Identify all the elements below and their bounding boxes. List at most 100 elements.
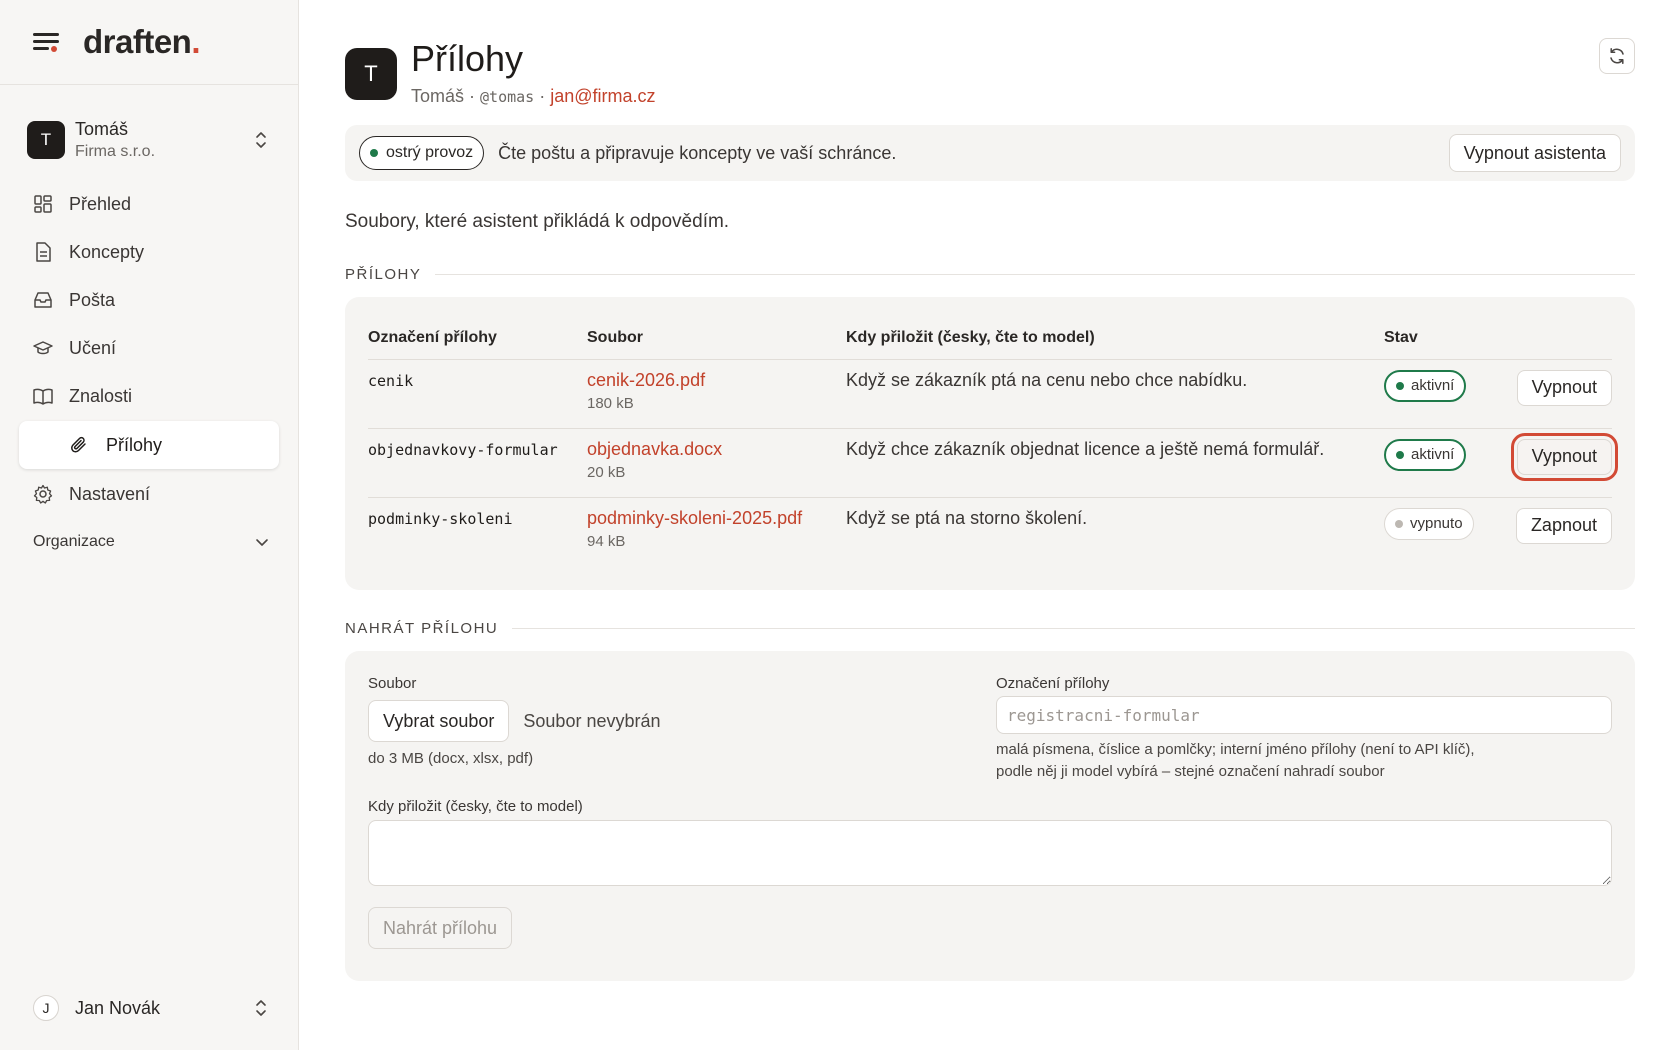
graduation-cap-icon xyxy=(33,338,53,358)
column-header: Označení přílohy xyxy=(368,317,587,360)
key-field-label: Označení přílohy xyxy=(996,675,1110,692)
attachments-section-heading: PŘÍLOHY xyxy=(345,266,1635,283)
column-header: Kdy přiložit (česky, čte to model) xyxy=(846,317,1384,360)
attachment-key: objednavkovy-formular xyxy=(368,440,558,459)
sidebar-item-label: Učení xyxy=(69,337,117,358)
no-file-text: Soubor nevybrán xyxy=(523,710,661,731)
sidebar: draften. T Tomáš Firma s.r.o. Přehled Ko… xyxy=(0,0,299,1050)
page-avatar: T xyxy=(345,48,397,100)
sidebar-item-uceni[interactable]: Učení xyxy=(19,324,279,372)
sidebar-item-label: Přílohy xyxy=(106,434,163,455)
account-avatar: T xyxy=(27,121,65,159)
file-field-label: Soubor xyxy=(368,675,417,692)
account-company: Firma s.r.o. xyxy=(75,143,156,160)
attachment-when: Když se ptá na storno školení. xyxy=(846,507,1088,528)
sidebar-item-label: Znalosti xyxy=(69,385,133,406)
user-menu[interactable]: J Jan Novák xyxy=(33,993,269,1023)
menu-icon[interactable] xyxy=(33,31,59,53)
attachment-file-link[interactable]: cenik-2026.pdf xyxy=(587,370,846,391)
sidebar-item-nastaveni[interactable]: Nastavení xyxy=(19,470,279,518)
banner-text: Čte poštu a připravuje koncepty ve vaší … xyxy=(498,142,897,163)
sidebar-section-organizace[interactable]: Organizace xyxy=(33,530,269,554)
sidebar-nav: Přehled Koncepty Pošta Učení Znalosti Př… xyxy=(19,180,279,518)
refresh-button[interactable] xyxy=(1599,38,1635,74)
attachments-card: Označení přílohy Soubor Kdy přiložit (če… xyxy=(345,297,1635,590)
inbox-icon xyxy=(33,290,53,310)
chevron-down-icon xyxy=(256,539,268,546)
attachment-file-link[interactable]: objednavka.docx xyxy=(587,439,846,460)
upload-attachment-button[interactable]: Nahrát přílohu xyxy=(368,907,513,949)
table-row: objednavkovy-formular objednavka.docx 20 … xyxy=(368,428,1619,498)
sidebar-item-label: Pošta xyxy=(69,289,116,310)
when-textarea[interactable] xyxy=(368,820,1612,886)
refresh-icon xyxy=(1610,48,1624,64)
subtitle-separator: · xyxy=(534,86,551,106)
sidebar-item-label: Koncepty xyxy=(69,241,145,262)
column-header-actions xyxy=(1510,317,1612,360)
column-header: Soubor xyxy=(587,317,846,360)
status-badge: aktivní xyxy=(1384,369,1467,402)
upload-card: Soubor Vybrat soubor Soubor nevybrán do … xyxy=(345,651,1635,981)
attachment-key-input[interactable] xyxy=(996,696,1612,734)
book-icon xyxy=(33,386,53,406)
sidebar-item-koncepty[interactable]: Koncepty xyxy=(19,228,279,276)
status-badge-label: ostrý provoz xyxy=(386,144,474,161)
gear-icon xyxy=(33,484,53,504)
attachments-table: Označení přílohy Soubor Kdy přiložit (če… xyxy=(368,317,1619,566)
choose-file-button[interactable]: Vybrat soubor xyxy=(368,700,510,742)
table-row: podminky-skoleni podminky-skoleni-2025.p… xyxy=(368,497,1612,566)
user-avatar: J xyxy=(33,995,59,1021)
attachment-size: 94 kB xyxy=(587,532,626,550)
attachment-file-link[interactable]: podminky-skoleni-2025.pdf xyxy=(587,508,846,529)
account-switcher[interactable]: T Tomáš Firma s.r.o. xyxy=(27,115,277,165)
sidebar-item-posta[interactable]: Pošta xyxy=(19,276,279,324)
page-description: Soubory, které asistent přikládá k odpov… xyxy=(345,211,730,232)
page-subtitle: Tomáš · @tomas · jan@firma.cz xyxy=(411,86,656,107)
document-icon xyxy=(33,242,53,262)
sidebar-item-prilohy[interactable]: Přílohy xyxy=(19,421,279,469)
attachment-size: 180 kB xyxy=(587,394,634,412)
attachment-size: 20 kB xyxy=(587,463,626,481)
column-header: Stav xyxy=(1384,317,1510,360)
brand-logo[interactable]: draften. xyxy=(83,23,200,61)
key-hint: malá písmena, číslice a pomlčky; interní… xyxy=(996,741,1475,780)
attachment-when: Když se zákazník ptá na cenu nebo chce n… xyxy=(846,359,1384,429)
upload-section-heading: NAHRÁT PŘÍLOHU xyxy=(345,620,1635,637)
assistant-status-banner: ostrý provoz Čte poštu a připravuje konc… xyxy=(345,125,1635,181)
chevron-up-down-icon xyxy=(256,132,266,148)
sidebar-item-znalosti[interactable]: Znalosti xyxy=(19,372,279,420)
subtitle-name: Tomáš xyxy=(411,86,465,106)
user-name: Jan Novák xyxy=(75,997,161,1018)
disable-attachment-button[interactable]: Vypnout xyxy=(1510,432,1619,481)
paperclip-icon xyxy=(69,435,89,455)
page-title: Přílohy xyxy=(411,38,524,79)
section-title: NAHRÁT PŘÍLOHU xyxy=(345,620,499,637)
when-field-label: Kdy přiložit (česky, čte to model) xyxy=(368,798,583,815)
subtitle-separator: · xyxy=(464,86,481,106)
file-picker: Vybrat soubor Soubor nevybrán xyxy=(368,700,661,742)
page-header: T Přílohy Tomáš · @tomas · jan@firma.cz xyxy=(345,38,1635,112)
status-badge: vypnuto xyxy=(1384,507,1474,540)
account-name: Tomáš xyxy=(75,119,129,139)
sidebar-item-label: Přehled xyxy=(69,193,132,214)
sidebar-item-prehled[interactable]: Přehled xyxy=(19,180,279,228)
sidebar-section-label: Organizace xyxy=(33,533,115,550)
table-row: cenik cenik-2026.pdf 180 kB Když se zákaz… xyxy=(368,359,1612,429)
status-badge: aktivní xyxy=(1384,438,1467,471)
status-badge: ostrý provoz xyxy=(359,136,485,170)
attachment-key: podminky-skoleni xyxy=(368,509,513,528)
sidebar-item-label: Nastavení xyxy=(69,483,151,504)
disable-attachment-button[interactable]: Vypnout xyxy=(1516,369,1612,406)
subtitle-email-link[interactable]: jan@firma.cz xyxy=(550,86,655,106)
status-dot xyxy=(370,149,378,157)
attachment-when: Když chce zákazník objednat licence a je… xyxy=(846,428,1384,498)
subtitle-handle: @tomas xyxy=(480,88,535,106)
brand-bar: draften. xyxy=(0,0,298,85)
attachment-key: cenik xyxy=(368,371,414,390)
section-title: PŘÍLOHY xyxy=(345,266,422,283)
dashboard-icon xyxy=(33,194,53,214)
disable-assistant-button[interactable]: Vypnout asistenta xyxy=(1448,134,1621,172)
chevron-up-down-icon xyxy=(256,1000,266,1016)
enable-attachment-button[interactable]: Zapnout xyxy=(1515,507,1612,544)
file-hint: do 3 MB (docx, xlsx, pdf) xyxy=(368,750,534,767)
